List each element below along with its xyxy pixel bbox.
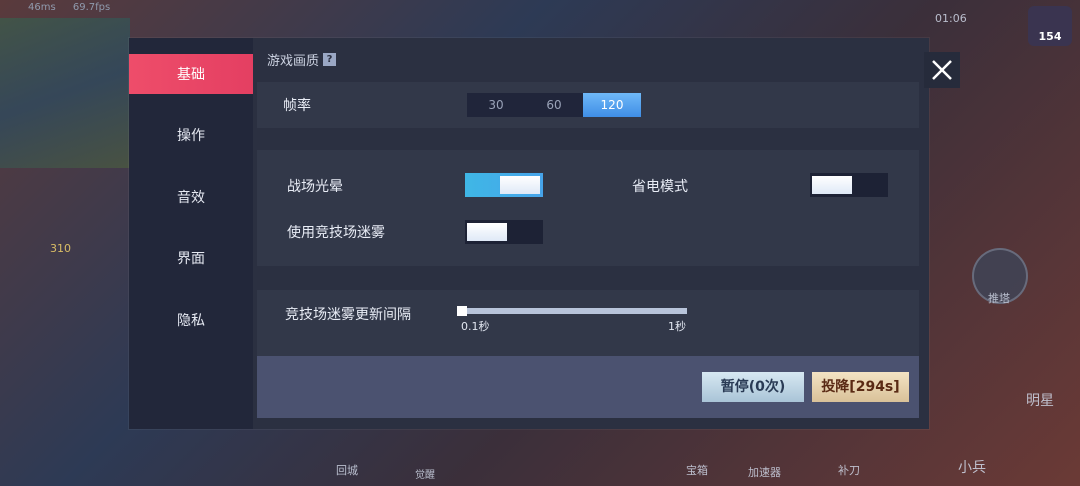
arena-fog-label: 使用竞技场迷雾 — [287, 225, 385, 241]
effects-card: 战场光晕 省电模式 使用竞技场迷雾 — [257, 150, 919, 266]
sidebar-item-label: 操作 — [177, 128, 205, 144]
power-saving-toggle[interactable] — [810, 173, 888, 197]
fog-interval-slider[interactable] — [461, 308, 687, 314]
fps-readout: 69.7fps — [72, 2, 111, 13]
sidebar-item-label: 隐私 — [177, 313, 205, 329]
battlefield-glow-label: 战场光晕 — [287, 179, 343, 195]
surrender-button[interactable]: 投降[294s] — [812, 372, 909, 402]
close-button[interactable] — [924, 52, 960, 88]
toggle-knob — [467, 223, 507, 241]
sidebar-item-interface[interactable]: 界面 — [129, 238, 253, 278]
sidebar-item-label: 界面 — [177, 251, 205, 267]
framerate-selector: 30 60 120 — [467, 93, 641, 117]
toggle-knob — [812, 176, 852, 194]
fog-interval-label: 竞技场迷雾更新间隔 — [285, 307, 411, 323]
framerate-option-30[interactable]: 30 — [467, 93, 525, 117]
slider-min-label: 0.1秒 — [461, 320, 490, 333]
recall-label: 回城 — [336, 464, 358, 477]
accelerator-label: 加速器 — [748, 466, 781, 479]
action-bar: 暂停(0次) 投降[294s] — [257, 356, 919, 418]
star-label: 明星 — [1026, 393, 1054, 409]
sidebar-item-basic[interactable]: 基础 — [129, 54, 253, 94]
sidebar-item-privacy[interactable]: 隐私 — [129, 300, 253, 340]
sidebar-item-audio[interactable]: 音效 — [129, 177, 253, 217]
coin-count: 154 — [1038, 30, 1062, 43]
arena-fog-toggle[interactable] — [465, 220, 543, 244]
power-saving-label: 省电模式 — [632, 179, 688, 195]
minimap[interactable] — [0, 18, 130, 168]
framerate-option-120[interactable]: 120 — [583, 93, 641, 117]
toggle-knob — [500, 176, 540, 194]
chest-label: 宝箱 — [686, 464, 708, 477]
close-icon — [924, 52, 960, 88]
sidebar-item-controls[interactable]: 操作 — [129, 115, 253, 155]
coin-counter: 154 — [1028, 6, 1072, 46]
settings-content: 游戏画质 ? 帧率 30 60 120 战场光晕 省电模式 使用竞技场迷雾 竞技… — [253, 38, 929, 429]
pause-button[interactable]: 暂停(0次) — [702, 372, 804, 402]
fog-interval-slider-thumb[interactable] — [457, 306, 467, 316]
settings-sidebar: 基础 操作 音效 界面 隐私 — [129, 38, 253, 429]
battlefield-glow-toggle[interactable] — [465, 173, 543, 197]
minion-label: 小兵 — [958, 460, 986, 476]
framerate-option-60[interactable]: 60 — [525, 93, 583, 117]
slider-max-label: 1秒 — [668, 320, 686, 333]
perf-stats: 46ms 69.7fps — [28, 2, 124, 13]
awaken-label: 觉醒 — [415, 470, 435, 481]
section-title: 游戏画质 — [267, 54, 320, 69]
sidebar-item-label: 音效 — [177, 190, 205, 206]
push-tower-label: 推塔 — [988, 292, 1010, 305]
framerate-row: 帧率 30 60 120 — [257, 82, 919, 128]
fog-interval-card: 竞技场迷雾更新间隔 0.1秒 1秒 — [257, 290, 919, 356]
ping-readout: 46ms — [28, 2, 56, 13]
gold-count: 310 — [50, 242, 71, 255]
settings-modal: 基础 操作 音效 界面 隐私 游戏画质 ? 帧率 30 60 120 战场光晕 … — [129, 38, 929, 429]
framerate-label: 帧率 — [283, 98, 311, 114]
match-timer: 01:06 — [935, 12, 967, 25]
last-hit-label: 补刀 — [838, 464, 860, 477]
section-header: 游戏画质 ? — [267, 50, 337, 69]
help-icon[interactable]: ? — [323, 53, 337, 66]
sidebar-item-label: 基础 — [177, 67, 205, 83]
